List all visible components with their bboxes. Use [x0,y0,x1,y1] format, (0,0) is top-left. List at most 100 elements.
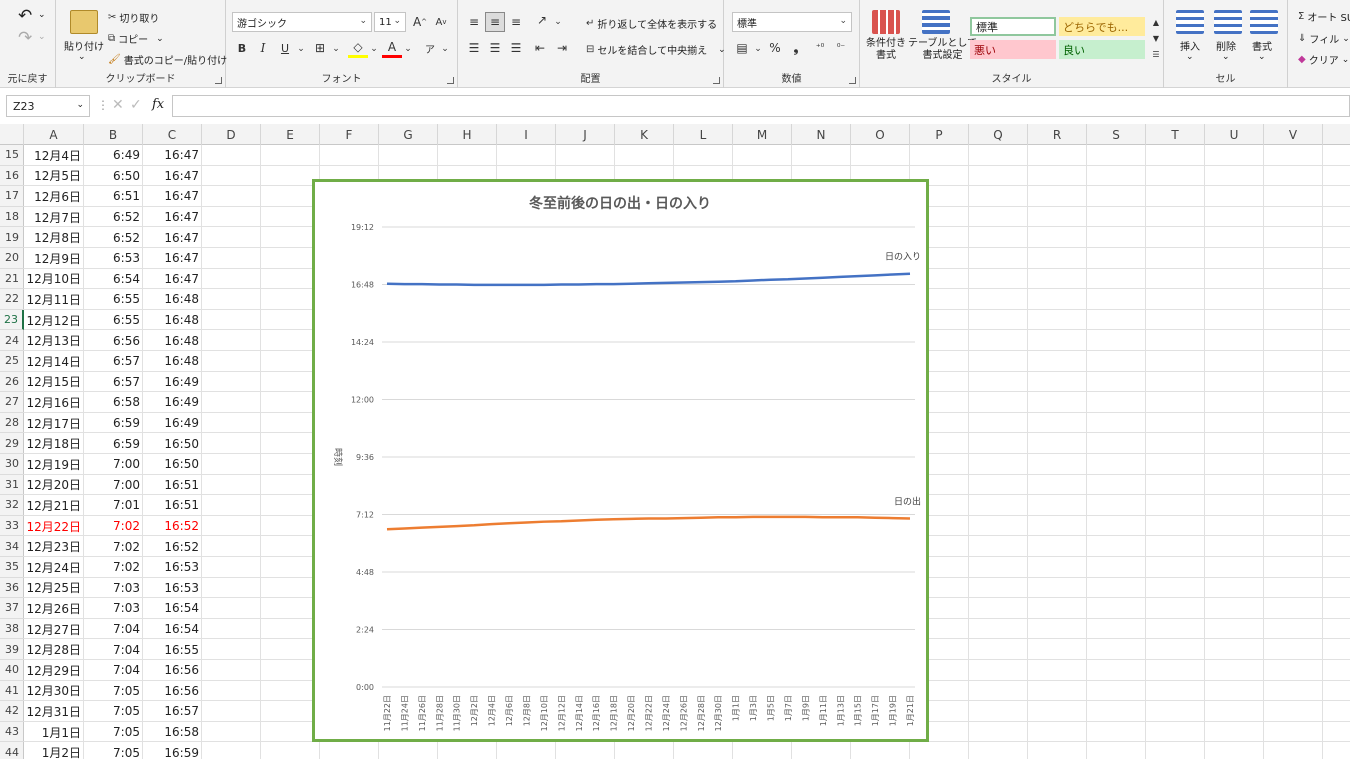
row-header-29[interactable]: 29 [0,433,24,454]
cell-c26[interactable]: 16:49 [143,372,202,393]
cell-b36[interactable]: 7:03 [84,578,143,599]
cell-b42[interactable]: 7:05 [84,701,143,722]
row-header-19[interactable]: 19 [0,227,24,248]
copy-dropdown-icon[interactable]: ⌄ [156,34,164,44]
column-header-l[interactable]: L [674,124,733,145]
cell-c39[interactable]: 16:55 [143,639,202,660]
fill-color-dropdown-icon[interactable]: ⌄ [364,39,384,59]
cell-a34[interactable]: 12月23日 [24,536,84,557]
cell-c19[interactable]: 16:47 [143,227,202,248]
cell-c31[interactable]: 16:51 [143,475,202,496]
column-header-n[interactable]: N [792,124,851,145]
cell-a35[interactable]: 12月24日 [24,557,84,578]
cell-a28[interactable]: 12月17日 [24,413,84,434]
cell-b20[interactable]: 6:53 [84,248,143,269]
font-name-select[interactable]: 游ゴシック ⌄ [232,12,372,32]
row-header-37[interactable]: 37 [0,598,24,619]
cell-c15[interactable]: 16:47 [143,145,202,166]
delete-cells-icon[interactable] [1214,10,1242,34]
cell-c38[interactable]: 16:54 [143,619,202,640]
conditional-format-icon[interactable] [872,10,900,34]
column-header-e[interactable]: E [261,124,320,145]
row-header-27[interactable]: 27 [0,392,24,413]
row-header-38[interactable]: 38 [0,619,24,640]
cell-b37[interactable]: 7:03 [84,598,143,619]
select-all-corner[interactable] [0,124,24,145]
column-header-u[interactable]: U [1205,124,1264,145]
cell-b26[interactable]: 6:57 [84,372,143,393]
cell-b28[interactable]: 6:59 [84,413,143,434]
cell-b44[interactable]: 7:05 [84,742,143,759]
cell-b22[interactable]: 6:55 [84,289,143,310]
column-header-v[interactable]: V [1264,124,1323,145]
cell-b15[interactable]: 6:49 [84,145,143,166]
align-middle-icon[interactable]: ≡ [485,12,505,32]
number-format-select[interactable]: 標準 ⌄ [732,12,852,32]
cell-c43[interactable]: 16:58 [143,722,202,743]
row-header-43[interactable]: 43 [0,722,24,743]
cell-a36[interactable]: 12月25日 [24,578,84,599]
cell-b35[interactable]: 7:02 [84,557,143,578]
percent-button[interactable]: % [765,38,785,58]
row-header-15[interactable]: 15 [0,145,24,166]
cell-c41[interactable]: 16:56 [143,681,202,702]
wrap-text-button[interactable]: ↵ 折り返して全体を表示する [586,16,717,31]
style-bad[interactable]: 悪い [970,40,1056,59]
align-center-icon[interactable]: ☰ [485,38,505,58]
cell-c24[interactable]: 16:48 [143,330,202,351]
format-cells-icon[interactable] [1250,10,1278,34]
cell-b27[interactable]: 6:58 [84,392,143,413]
row-header-16[interactable]: 16 [0,166,24,187]
cell-c33[interactable]: 16:52 [143,516,202,537]
number-launcher-icon[interactable] [849,77,856,84]
increase-decimal-icon[interactable]: ⁺⁰ [810,38,830,58]
clipboard-launcher-icon[interactable] [215,77,222,84]
underline-dropdown-icon[interactable]: ⌄ [291,39,311,59]
cell-c30[interactable]: 16:50 [143,454,202,475]
cell-a41[interactable]: 12月30日 [24,681,84,702]
cell-b19[interactable]: 6:52 [84,227,143,248]
cell-a23[interactable]: 12月12日 [24,310,84,331]
column-header-o[interactable]: O [851,124,910,145]
insert-dropdown-icon[interactable]: ⌄ [1186,52,1194,62]
cell-c37[interactable]: 16:54 [143,598,202,619]
cell-a26[interactable]: 12月15日 [24,372,84,393]
column-header-f[interactable]: F [320,124,379,145]
insert-cells-icon[interactable] [1176,10,1204,34]
align-left-icon[interactable]: ☰ [464,38,484,58]
column-header-c[interactable]: C [143,124,202,145]
row-header-33[interactable]: 33 [0,516,24,537]
cell-c27[interactable]: 16:49 [143,392,202,413]
cell-c20[interactable]: 16:47 [143,248,202,269]
clear-button[interactable]: ◆ クリア ⌄ [1298,52,1349,67]
autosum-button[interactable]: Σ オート SU [1298,9,1350,24]
row-header-39[interactable]: 39 [0,639,24,660]
phonetic-dropdown-icon[interactable]: ⌄ [435,39,455,59]
undo-icon[interactable]: ↶ [18,6,32,26]
cell-c36[interactable]: 16:53 [143,578,202,599]
row-header-24[interactable]: 24 [0,330,24,351]
copy-button[interactable]: ⧉ コピー ⌄ [108,31,164,46]
row-header-44[interactable]: 44 [0,742,24,759]
cell-c16[interactable]: 16:47 [143,166,202,187]
cell-b25[interactable]: 6:57 [84,351,143,372]
cut-button[interactable]: ✂ 切り取り [108,10,159,25]
cell-c23[interactable]: 16:48 [143,310,202,331]
cell-a18[interactable]: 12月7日 [24,207,84,228]
align-right-icon[interactable]: ☰ [506,38,526,58]
cell-b43[interactable]: 7:05 [84,722,143,743]
row-header-18[interactable]: 18 [0,207,24,228]
cell-a15[interactable]: 12月4日 [24,145,84,166]
merge-center-button[interactable]: ⊟ セルを結合して中央揃え ⌄ [586,42,726,57]
style-neutral[interactable]: どちらでも... [1059,17,1145,36]
cell-b16[interactable]: 6:50 [84,166,143,187]
name-box[interactable]: Z23 ⌄ [6,95,90,117]
column-header-s[interactable]: S [1087,124,1146,145]
column-header-k[interactable]: K [615,124,674,145]
increase-indent-icon[interactable]: ⇥ [552,38,572,58]
format-button[interactable]: 書式 [1252,38,1272,53]
fill-dropdown-icon[interactable]: ⌄ [1342,34,1350,44]
cell-a22[interactable]: 12月11日 [24,289,84,310]
cell-b23[interactable]: 6:55 [84,310,143,331]
cell-a39[interactable]: 12月28日 [24,639,84,660]
